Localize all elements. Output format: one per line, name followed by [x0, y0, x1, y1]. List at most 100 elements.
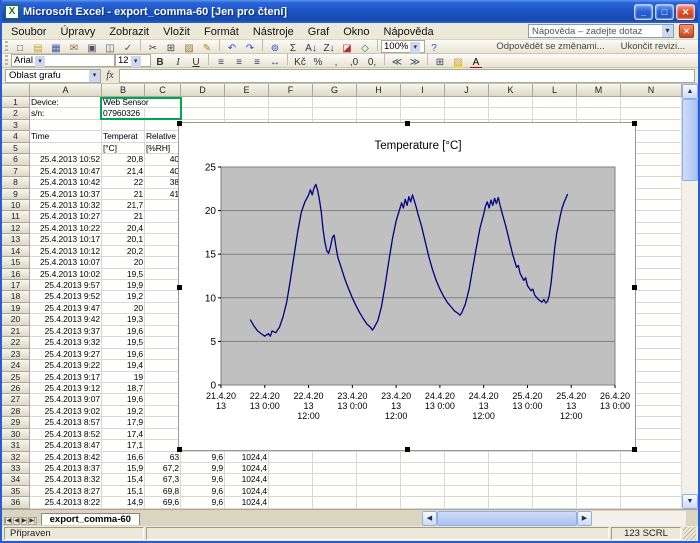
- cell-I1[interactable]: [401, 97, 445, 108]
- cell-C2[interactable]: [145, 108, 181, 119]
- email-icon[interactable]: ✉: [66, 42, 82, 55]
- column-header-C[interactable]: C: [145, 84, 181, 97]
- cell-C21[interactable]: [145, 326, 181, 337]
- cell-A31[interactable]: 25.4.2013 8:47: [30, 440, 102, 451]
- cell-A30[interactable]: 25.4.2013 8:52: [30, 429, 102, 440]
- row-header-24[interactable]: 24: [2, 360, 30, 371]
- chart-selection-handle[interactable]: [405, 447, 410, 452]
- row-header-4[interactable]: 4: [2, 131, 30, 142]
- cell-B7[interactable]: 21,4: [102, 166, 145, 177]
- cell-M32[interactable]: [577, 452, 621, 463]
- cell-J2[interactable]: [445, 108, 489, 119]
- cell-L36[interactable]: [533, 497, 577, 508]
- chart-selection-handle[interactable]: [177, 285, 182, 290]
- cell-J35[interactable]: [445, 486, 489, 497]
- cell-H2[interactable]: [357, 108, 401, 119]
- cell-K2[interactable]: [489, 108, 533, 119]
- print-preview-icon[interactable]: ◫: [102, 42, 118, 55]
- cell-B29[interactable]: 17,9: [102, 417, 145, 428]
- cell-D2[interactable]: [181, 108, 225, 119]
- cell-A26[interactable]: 25.4.2013 9:12: [30, 383, 102, 394]
- minimize-button[interactable]: _: [634, 4, 653, 20]
- cell-N35[interactable]: [621, 486, 682, 497]
- column-header-I[interactable]: I: [401, 84, 445, 97]
- cell-A13[interactable]: 25.4.2013 10:17: [30, 234, 102, 245]
- horizontal-scrollbar[interactable]: ◀ ▶: [422, 511, 686, 526]
- currency-icon[interactable]: Kč: [292, 56, 308, 69]
- row-header-23[interactable]: 23: [2, 349, 30, 360]
- cell-K35[interactable]: [489, 486, 533, 497]
- row-header-16[interactable]: 16: [2, 269, 30, 280]
- cell-A19[interactable]: 25.4.2013 9:47: [30, 303, 102, 314]
- cell-N33[interactable]: [621, 463, 682, 474]
- new-document-icon[interactable]: □: [12, 42, 28, 55]
- cell-C28[interactable]: [145, 406, 181, 417]
- row-header-14[interactable]: 14: [2, 246, 30, 257]
- cell-B9[interactable]: 21: [102, 189, 145, 200]
- row-header-22[interactable]: 22: [2, 337, 30, 348]
- cell-G32[interactable]: [313, 452, 357, 463]
- cell-J36[interactable]: [445, 497, 489, 508]
- cell-C9[interactable]: 41: [145, 189, 181, 200]
- column-header-K[interactable]: K: [489, 84, 533, 97]
- cell-B10[interactable]: 21,7: [102, 200, 145, 211]
- row-header-7[interactable]: 7: [2, 166, 30, 177]
- row-header-13[interactable]: 13: [2, 234, 30, 245]
- cell-I32[interactable]: [401, 452, 445, 463]
- cell-B16[interactable]: 19,5: [102, 269, 145, 280]
- cell-B30[interactable]: 17,4: [102, 429, 145, 440]
- cell-G33[interactable]: [313, 463, 357, 474]
- row-header-6[interactable]: 6: [2, 154, 30, 165]
- cell-C33[interactable]: 67,2: [145, 463, 181, 474]
- cell-E34[interactable]: 1024,4: [225, 474, 269, 485]
- merge-center-icon[interactable]: ↔: [267, 56, 283, 69]
- cell-C12[interactable]: [145, 223, 181, 234]
- cell-B21[interactable]: 19,6: [102, 326, 145, 337]
- cell-L34[interactable]: [533, 474, 577, 485]
- cell-N34[interactable]: [621, 474, 682, 485]
- borders-icon[interactable]: ⊞: [432, 56, 448, 69]
- cell-F33[interactable]: [269, 463, 313, 474]
- row-header-26[interactable]: 26: [2, 383, 30, 394]
- cell-C27[interactable]: [145, 394, 181, 405]
- cell-A2[interactable]: s/n:: [30, 108, 102, 119]
- row-header-10[interactable]: 10: [2, 200, 30, 211]
- title-bar[interactable]: X Microsoft Excel - export_comma-60 [Jen…: [2, 0, 698, 23]
- scroll-right-button[interactable]: ▶: [577, 511, 592, 526]
- row-header-21[interactable]: 21: [2, 326, 30, 337]
- select-all-corner[interactable]: [2, 84, 30, 97]
- cell-C18[interactable]: [145, 291, 181, 302]
- cell-A35[interactable]: 25.4.2013 8:27: [30, 486, 102, 497]
- cell-B4[interactable]: Temperat: [102, 131, 145, 142]
- row-header-30[interactable]: 30: [2, 429, 30, 440]
- maximize-button[interactable]: □: [655, 4, 674, 20]
- cell-F1[interactable]: [269, 97, 313, 108]
- name-box[interactable]: Oblast grafu ▾: [5, 69, 101, 83]
- cell-F2[interactable]: [269, 108, 313, 119]
- cell-G2[interactable]: [313, 108, 357, 119]
- cell-B23[interactable]: 19,6: [102, 349, 145, 360]
- formula-input[interactable]: [119, 69, 695, 83]
- cell-A23[interactable]: 25.4.2013 9:27: [30, 349, 102, 360]
- column-header-G[interactable]: G: [313, 84, 357, 97]
- cell-B5[interactable]: [°C]: [102, 143, 145, 154]
- cell-C26[interactable]: [145, 383, 181, 394]
- cell-A34[interactable]: 25.4.2013 8:32: [30, 474, 102, 485]
- row-header-35[interactable]: 35: [2, 486, 30, 497]
- row-header-8[interactable]: 8: [2, 177, 30, 188]
- row-header-28[interactable]: 28: [2, 406, 30, 417]
- align-right-icon[interactable]: ≡: [249, 56, 265, 69]
- cell-B25[interactable]: 19: [102, 372, 145, 383]
- column-header-D[interactable]: D: [181, 84, 225, 97]
- chart-selection-handle[interactable]: [177, 121, 182, 126]
- cell-B32[interactable]: 16,6: [102, 452, 145, 463]
- open-folder-icon[interactable]: ▤: [30, 42, 46, 55]
- cell-B18[interactable]: 19,2: [102, 291, 145, 302]
- cell-I33[interactable]: [401, 463, 445, 474]
- increase-indent-icon[interactable]: ≫: [407, 56, 423, 69]
- row-header-27[interactable]: 27: [2, 394, 30, 405]
- align-center-icon[interactable]: ≡: [231, 56, 247, 69]
- row-header-29[interactable]: 29: [2, 417, 30, 428]
- help-search-box[interactable]: Nápověda – zadejte dotaz ▾: [528, 24, 674, 38]
- cell-N36[interactable]: [621, 497, 682, 508]
